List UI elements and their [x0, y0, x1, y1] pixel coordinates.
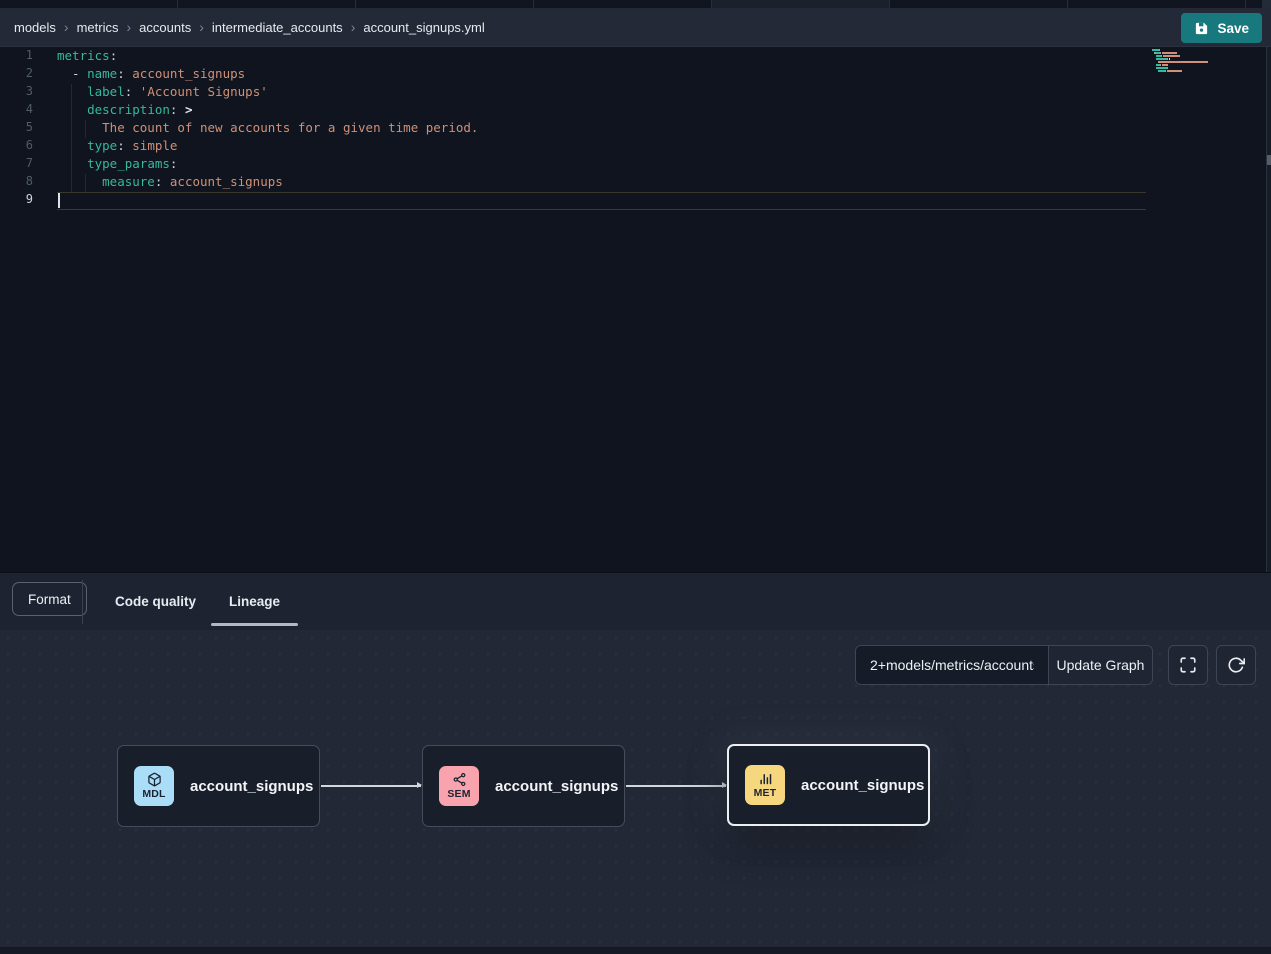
line-number: 6 [0, 138, 45, 156]
metric-chart-badge: MET [745, 765, 785, 805]
code-line [57, 192, 478, 210]
code-line: measure: account_signups [57, 174, 478, 192]
node-type-label: SEM [447, 788, 470, 800]
code-line: type: simple [57, 138, 478, 156]
save-button[interactable]: Save [1181, 13, 1262, 43]
minimap-line [1152, 55, 1208, 57]
breadcrumb-separator: › [199, 20, 204, 34]
lineage-edge [321, 785, 421, 787]
bottom-panel-header: Format Code quality Lineage [0, 572, 1271, 630]
line-number: 9 [0, 192, 45, 210]
file-tabs-strip [0, 0, 1271, 8]
format-button[interactable]: Format [12, 582, 87, 616]
semantic-network-icon [452, 772, 467, 787]
panel-tabs: Code quality Lineage [115, 573, 280, 630]
fullscreen-icon [1179, 656, 1197, 674]
node-name-label: account_signups [801, 777, 924, 794]
minimap-line [1152, 73, 1208, 75]
panel-tab-code-quality[interactable]: Code quality [115, 573, 196, 630]
breadcrumb-item: account_signups.yml [363, 20, 484, 35]
file-tab-stub[interactable] [356, 0, 534, 8]
lineage-edge [626, 785, 726, 787]
line-number: 4 [0, 102, 45, 120]
minimap-line [1152, 61, 1208, 63]
minimap-line [1152, 52, 1208, 54]
file-tab-stub[interactable] [890, 0, 1068, 8]
bottom-strip [0, 947, 1271, 954]
editor-minimap[interactable] [1152, 49, 1208, 76]
file-tab-stub[interactable] [1068, 0, 1246, 8]
code-line: description: > [57, 102, 478, 120]
lineage-node-met[interactable]: MET account_signups [727, 744, 930, 826]
node-name-label: account_signups [495, 778, 618, 795]
ide-window: models › metrics › accounts › intermediate_acc… [0, 0, 1271, 954]
file-tab-stub[interactable] [712, 0, 890, 8]
file-tab-stub[interactable] [0, 0, 178, 8]
breadcrumb-item: metrics [77, 20, 119, 35]
fullscreen-button[interactable] [1168, 645, 1208, 685]
code-content[interactable]: metrics: - name: account_signups label: … [57, 48, 478, 210]
editor-scrollbar[interactable] [1266, 47, 1271, 572]
breadcrumb-separator: › [351, 20, 356, 34]
line-number-gutter: 123456789 [0, 48, 45, 210]
breadcrumb-bar: models › metrics › accounts › intermediate_acc… [0, 8, 1271, 47]
minimap-line [1152, 49, 1208, 51]
breadcrumb-item: accounts [139, 20, 191, 35]
lineage-selector-group: Update Graph [855, 645, 1153, 685]
breadcrumb-item: intermediate_accounts [212, 20, 343, 35]
lineage-canvas[interactable]: Update Graph MDL account_signups SEM accoun… [0, 630, 1271, 947]
line-number: 5 [0, 120, 45, 138]
file-tab-stub[interactable] [534, 0, 712, 8]
breadcrumb-separator: › [64, 20, 69, 34]
lineage-node-sem[interactable]: SEM account_signups [422, 745, 625, 827]
model-cube-icon [147, 772, 162, 787]
breadcrumb-item: models [14, 20, 56, 35]
refresh-icon [1227, 656, 1245, 674]
minimap-line [1152, 67, 1208, 69]
save-icon [1194, 21, 1209, 36]
code-line: The count of new accounts for a given ti… [57, 120, 478, 138]
metric-chart-icon [758, 771, 773, 786]
top-right-corner [1262, 0, 1271, 8]
code-editor[interactable]: 123456789 metrics: - name: account_signu… [0, 47, 1271, 572]
save-label: Save [1217, 21, 1249, 36]
line-number: 3 [0, 84, 45, 102]
minimap-line [1152, 58, 1208, 60]
breadcrumb: models › metrics › accounts › intermediate_acc… [14, 20, 485, 35]
model-cube-badge: MDL [134, 766, 174, 806]
scrollbar-thumb[interactable] [1267, 155, 1271, 165]
lineage-selector-input[interactable] [856, 646, 1048, 684]
lineage-node-mdl[interactable]: MDL account_signups [117, 745, 320, 827]
update-graph-button[interactable]: Update Graph [1048, 646, 1152, 684]
line-number: 7 [0, 156, 45, 174]
minimap-line [1152, 64, 1208, 66]
node-name-label: account_signups [190, 778, 313, 795]
code-line: - name: account_signups [57, 66, 478, 84]
code-line: label: 'Account Signups' [57, 84, 478, 102]
line-number: 2 [0, 66, 45, 84]
refresh-button[interactable] [1216, 645, 1256, 685]
semantic-network-badge: SEM [439, 766, 479, 806]
code-line: metrics: [57, 48, 478, 66]
file-tab-stub[interactable] [178, 0, 356, 8]
panel-tab-lineage[interactable]: Lineage [229, 573, 280, 630]
minimap-line [1152, 70, 1208, 72]
node-type-label: MET [754, 787, 777, 799]
line-number: 1 [0, 48, 45, 66]
breadcrumb-separator: › [126, 20, 131, 34]
panel-divider [82, 580, 83, 624]
line-number: 8 [0, 174, 45, 192]
code-line: type_params: [57, 156, 478, 174]
node-type-label: MDL [142, 788, 165, 800]
